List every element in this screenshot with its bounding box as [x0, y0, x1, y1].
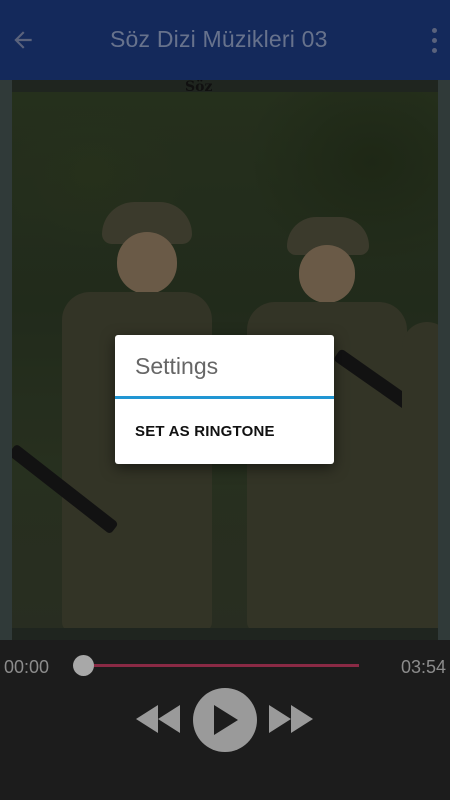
fast-forward-icon: [269, 705, 313, 733]
dialog-item-label: SET AS RINGTONE: [135, 423, 275, 440]
rewind-button[interactable]: [134, 702, 182, 736]
play-icon: [214, 705, 238, 735]
seek-bar-thumb[interactable]: [73, 655, 94, 676]
current-time: 00:00: [4, 657, 50, 677]
fast-forward-button[interactable]: [267, 702, 315, 736]
settings-dialog: Settings SET AS RINGTONE: [115, 335, 334, 464]
rewind-icon: [136, 705, 180, 733]
total-time: 03:54: [400, 657, 446, 677]
seek-bar-track[interactable]: [84, 664, 359, 667]
play-button[interactable]: [193, 688, 257, 752]
player-controls: 00:00 03:54: [0, 640, 450, 800]
dialog-title: Settings: [135, 353, 219, 379]
dialog-scrim[interactable]: [0, 0, 450, 640]
set-as-ringtone-option[interactable]: SET AS RINGTONE: [115, 399, 334, 464]
